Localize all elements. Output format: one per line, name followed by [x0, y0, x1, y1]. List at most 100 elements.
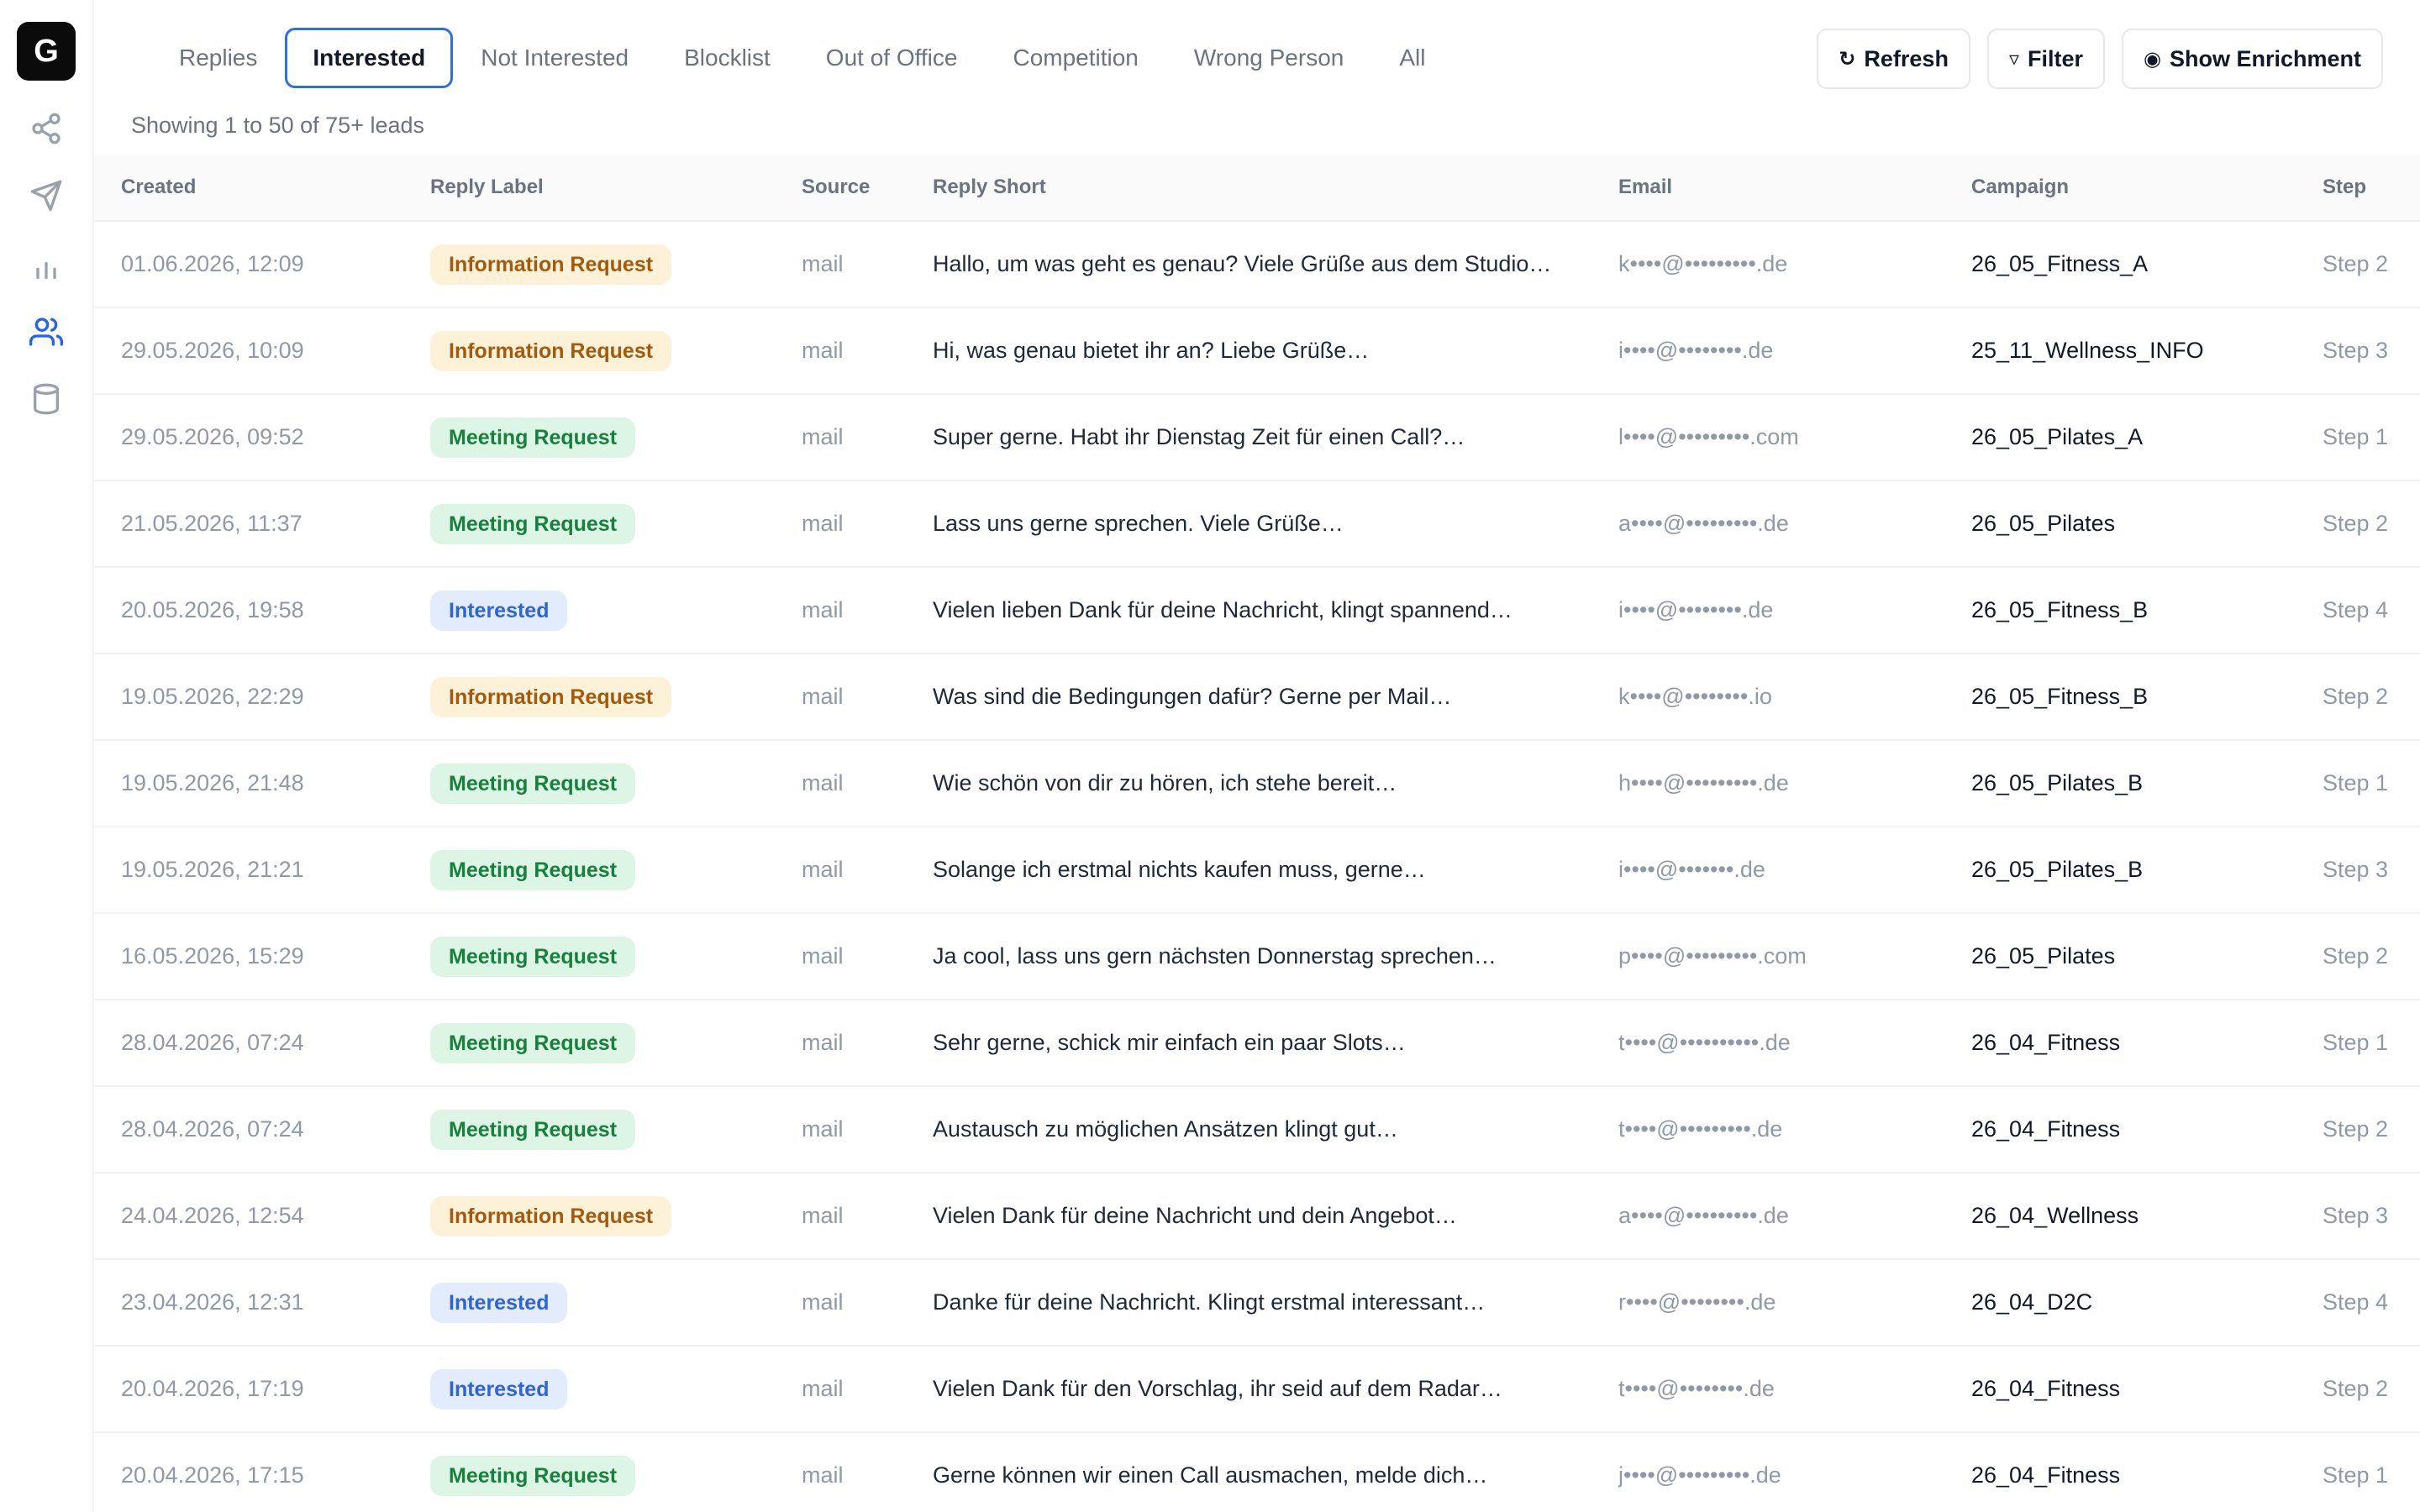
table-row[interactable]: 19.05.2026, 21:48 Meeting Request mail Wie …: [94, 741, 2420, 827]
database-icon[interactable]: [27, 380, 66, 418]
table-row[interactable]: 28.04.2026, 07:24 Meeting Request mail Sehr…: [94, 1000, 2420, 1087]
reply-short-cell[interactable]: Super gerne. Habt ihr Dienstag Zeit für …: [933, 424, 1597, 450]
reply-short-cell[interactable]: Vielen Dank für den Vorschlag, ihr seid …: [933, 1376, 1597, 1402]
reply-label-badge[interactable]: Meeting Request: [430, 763, 636, 804]
email-cell[interactable]: l••••@•••••••••.com: [1618, 424, 1799, 450]
column-header-campaign[interactable]: Campaign: [1971, 176, 2069, 199]
reply-short-cell[interactable]: Solange ich erstmal nichts kaufen muss, …: [933, 857, 1597, 883]
table-row[interactable]: 20.04.2026, 17:15 Meeting Request mail Gern…: [94, 1433, 2420, 1512]
table-row[interactable]: 16.05.2026, 15:29 Meeting Request mail Ja c…: [94, 914, 2420, 1000]
reply-label-badge[interactable]: Meeting Request: [430, 1455, 636, 1496]
reply-label-badge[interactable]: Meeting Request: [430, 503, 636, 544]
email-cell[interactable]: p••••@•••••••••.com: [1618, 943, 1807, 969]
campaign-cell[interactable]: 26_05_Pilates_B: [1971, 857, 2143, 883]
campaign-cell[interactable]: 26_04_Fitness: [1971, 1116, 2120, 1142]
tab-not-interested[interactable]: Not Interested: [453, 28, 656, 88]
reply-short-cell[interactable]: Hallo, um was geht es genau? Viele Grüße…: [933, 251, 1597, 277]
column-header-step[interactable]: Step: [2323, 176, 2366, 199]
campaign-cell[interactable]: 26_04_Fitness: [1971, 1462, 2120, 1488]
campaign-cell[interactable]: 26_04_Wellness: [1971, 1203, 2139, 1229]
users-icon[interactable]: [27, 312, 66, 351]
email-cell[interactable]: i••••@••••••••.de: [1618, 338, 1773, 364]
reply-label-badge[interactable]: Meeting Request: [430, 1022, 636, 1063]
reply-label-cell: Meeting Request: [430, 1109, 636, 1150]
reply-short-cell[interactable]: Gerne können wir einen Call ausmachen, m…: [933, 1462, 1597, 1488]
table-row[interactable]: 24.04.2026, 12:54 Information Request mail…: [94, 1173, 2420, 1260]
app-logo[interactable]: G: [17, 22, 76, 81]
email-cell[interactable]: r••••@••••••••.de: [1618, 1289, 1776, 1315]
reply-short-cell[interactable]: Wie schön von dir zu hören, ich stehe be…: [933, 770, 1597, 796]
reply-label-badge[interactable]: Information Request: [430, 330, 672, 371]
email-cell[interactable]: a••••@•••••••••.de: [1618, 1203, 1789, 1229]
campaign-cell[interactable]: 25_11_Wellness_INFO: [1971, 338, 2204, 364]
refresh-button[interactable]: ↻ Refresh: [1817, 29, 1970, 89]
campaign-cell[interactable]: 26_05_Pilates_B: [1971, 770, 2143, 796]
reply-short-cell[interactable]: Danke für deine Nachricht. Klingt erstma…: [933, 1289, 1597, 1315]
reply-short-cell[interactable]: Sehr gerne, schick mir einfach ein paar …: [933, 1030, 1597, 1056]
table-row[interactable]: 23.04.2026, 12:31 Interested mail Danke für…: [94, 1260, 2420, 1347]
column-header-email[interactable]: Email: [1618, 176, 1672, 199]
tab-interested[interactable]: Interested: [285, 28, 454, 88]
campaign-cell[interactable]: 26_04_Fitness: [1971, 1376, 2120, 1402]
column-header-reply-label[interactable]: Reply Label: [430, 176, 544, 199]
reply-label-badge[interactable]: Meeting Request: [430, 417, 636, 458]
column-header-created[interactable]: Created: [121, 176, 196, 199]
bar-chart-icon[interactable]: [27, 247, 66, 286]
show-enrichment-button[interactable]: ◉ Show Enrichment: [2122, 29, 2383, 89]
email-cell[interactable]: i••••@••••••••.de: [1618, 597, 1773, 623]
table-row[interactable]: 19.05.2026, 22:29 Information Request mail…: [94, 654, 2420, 741]
reply-short-cell[interactable]: Vielen lieben Dank für deine Nachricht, …: [933, 597, 1597, 623]
column-header-reply-short[interactable]: Reply Short: [933, 176, 1046, 199]
email-cell[interactable]: t••••@••••••••••.de: [1618, 1030, 1791, 1056]
email-cell[interactable]: t••••@••••••••.de: [1618, 1376, 1775, 1402]
email-cell[interactable]: k••••@•••••••••.de: [1618, 251, 1787, 277]
campaign-cell[interactable]: 26_04_D2C: [1971, 1289, 2092, 1315]
tab-out-of-office[interactable]: Out of Office: [798, 28, 986, 88]
campaign-cell[interactable]: 26_05_Pilates: [1971, 511, 2115, 537]
email-cell[interactable]: k••••@••••••••.io: [1618, 684, 1772, 710]
campaign-cell[interactable]: 26_05_Pilates_A: [1971, 424, 2143, 450]
table-row[interactable]: 21.05.2026, 11:37 Meeting Request mail Lass…: [94, 481, 2420, 568]
share-icon[interactable]: [27, 109, 66, 148]
tab-replies[interactable]: Replies: [151, 28, 285, 88]
table-row[interactable]: 01.06.2026, 12:09 Information Request mail…: [94, 222, 2420, 308]
tab-all[interactable]: All: [1371, 28, 1453, 88]
reply-short-cell[interactable]: Lass uns gerne sprechen. Viele Grüße…: [933, 511, 1597, 537]
tab-competition[interactable]: Competition: [985, 28, 1165, 88]
table-row[interactable]: 28.04.2026, 07:24 Meeting Request mail Aust…: [94, 1087, 2420, 1173]
email-cell[interactable]: h••••@•••••••••.de: [1618, 770, 1789, 796]
table-row[interactable]: 20.04.2026, 17:19 Interested mail Vielen Da…: [94, 1347, 2420, 1433]
reply-label-badge[interactable]: Information Request: [430, 1195, 672, 1236]
reply-short-cell[interactable]: Was sind die Bedingungen dafür? Gerne pe…: [933, 684, 1597, 710]
tab-wrong-person[interactable]: Wrong Person: [1166, 28, 1371, 88]
filter-button[interactable]: ▿ Filter: [1986, 29, 2106, 89]
table-row[interactable]: 29.05.2026, 09:52 Meeting Request mail Supe…: [94, 395, 2420, 481]
table-row[interactable]: 20.05.2026, 19:58 Interested mail Vielen li…: [94, 568, 2420, 654]
table-row[interactable]: 29.05.2026, 10:09 Information Request mail…: [94, 308, 2420, 395]
reply-label-badge[interactable]: Meeting Request: [430, 1109, 636, 1150]
reply-label-badge[interactable]: Interested: [430, 1282, 568, 1323]
campaign-cell[interactable]: 26_05_Fitness_B: [1971, 597, 2148, 623]
reply-short-cell[interactable]: Hi, was genau bietet ihr an? Liebe Grüße…: [933, 338, 1597, 364]
reply-label-badge[interactable]: Information Request: [430, 676, 672, 717]
campaign-cell[interactable]: 26_05_Fitness_B: [1971, 684, 2148, 710]
send-icon[interactable]: [27, 176, 66, 215]
reply-label-badge[interactable]: Interested: [430, 1368, 568, 1410]
reply-label-badge[interactable]: Interested: [430, 590, 568, 631]
reply-short-cell[interactable]: Austausch zu möglichen Ansätzen klingt g…: [933, 1116, 1597, 1142]
email-cell[interactable]: a••••@•••••••••.de: [1618, 511, 1789, 537]
campaign-cell[interactable]: 26_05_Pilates: [1971, 943, 2115, 969]
campaign-cell[interactable]: 26_05_Fitness_A: [1971, 251, 2148, 277]
reply-short-cell[interactable]: Ja cool, lass uns gern nächsten Donnerst…: [933, 943, 1597, 969]
campaign-cell[interactable]: 26_04_Fitness: [1971, 1030, 2120, 1056]
reply-short-cell[interactable]: Vielen Dank für deine Nachricht und dein…: [933, 1203, 1597, 1229]
reply-label-badge[interactable]: Meeting Request: [430, 936, 636, 977]
reply-label-badge[interactable]: Meeting Request: [430, 849, 636, 890]
tab-blocklist[interactable]: Blocklist: [656, 28, 798, 88]
email-cell[interactable]: i••••@•••••••.de: [1618, 857, 1765, 883]
reply-label-badge[interactable]: Information Request: [430, 244, 672, 285]
email-cell[interactable]: t••••@•••••••••.de: [1618, 1116, 1782, 1142]
column-header-source[interactable]: Source: [802, 176, 870, 199]
table-row[interactable]: 19.05.2026, 21:21 Meeting Request mail Sola…: [94, 827, 2420, 914]
email-cell[interactable]: j••••@•••••••••.de: [1618, 1462, 1781, 1488]
